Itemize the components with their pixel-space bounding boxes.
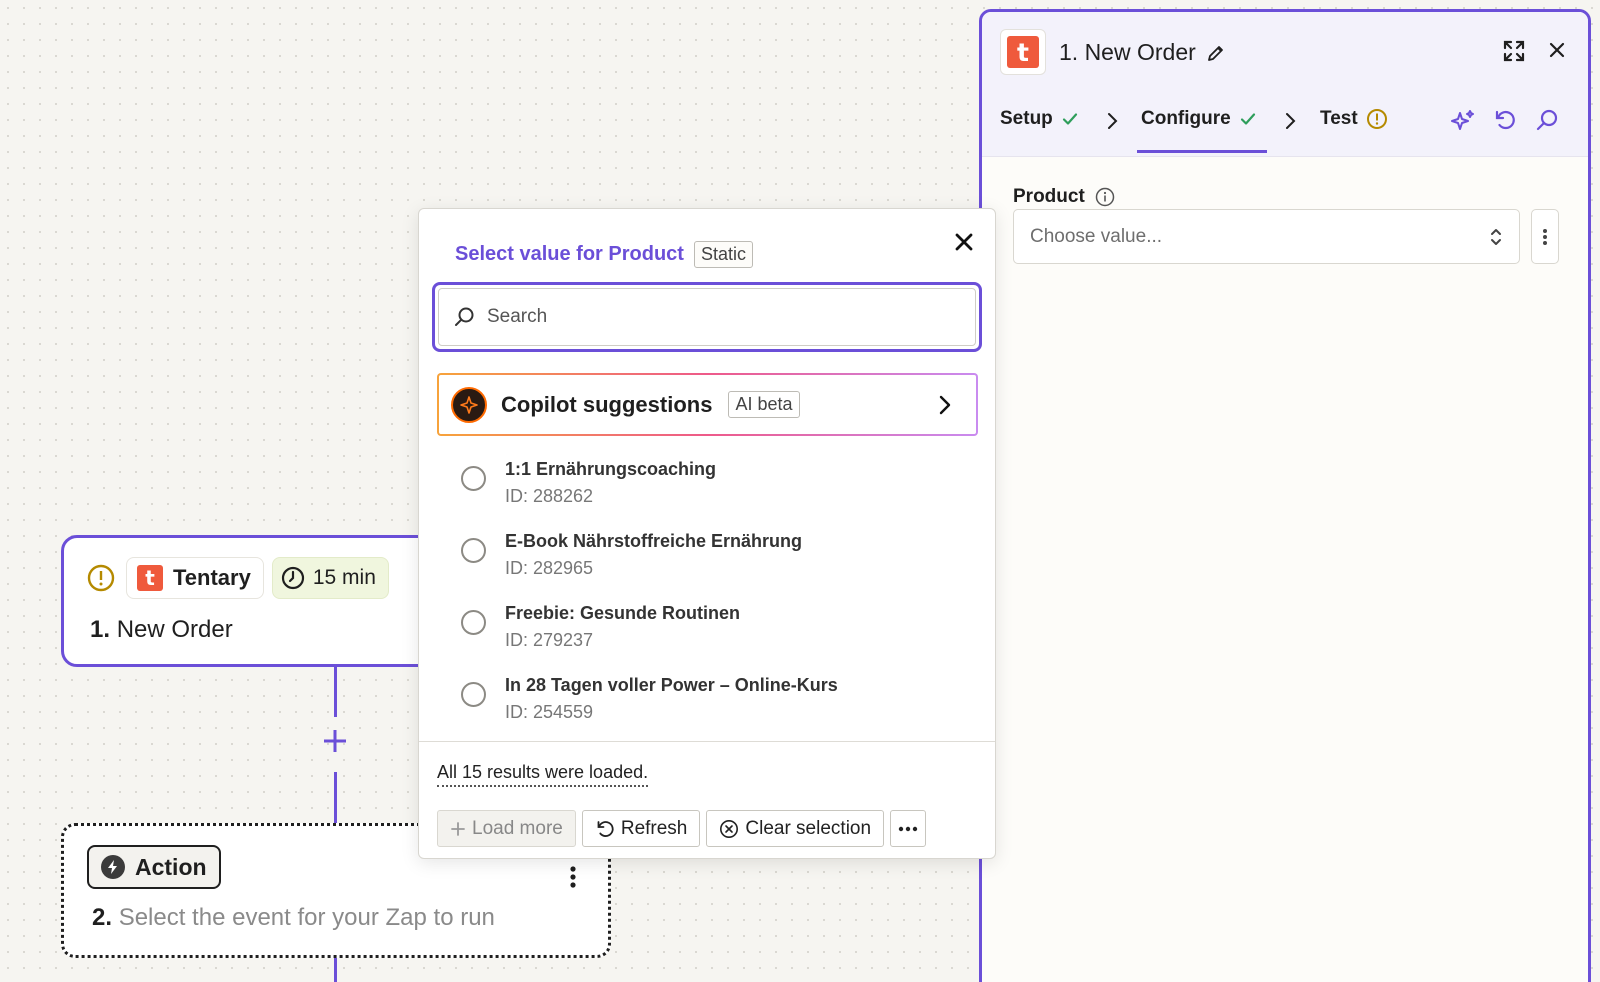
- radio-button[interactable]: [461, 538, 486, 563]
- option-name: In 28 Tagen voller Power – Online-Kurs: [505, 675, 838, 695]
- search-icon[interactable]: [1535, 108, 1559, 132]
- check-icon: [1239, 110, 1257, 128]
- copilot-suggestions-button[interactable]: Copilot suggestions AI beta: [437, 373, 978, 436]
- active-tab-indicator: [1137, 150, 1267, 153]
- step-tabs: Setup Configure Test: [982, 90, 1588, 157]
- tab-setup[interactable]: Setup: [1000, 108, 1079, 130]
- bolt-icon: [101, 855, 125, 879]
- refresh-label: Refresh: [620, 817, 688, 839]
- list-item[interactable]: 1:1 Ernährungscoaching ID: 288262: [419, 454, 995, 526]
- schedule-badge: 15 min: [271, 557, 389, 599]
- panel-header: t 1. New Order: [982, 12, 1588, 90]
- panel-title-text: 1. New Order: [1059, 39, 1196, 65]
- search-focus-ring: Search: [432, 282, 982, 352]
- popover-title: Select value for Product: [455, 243, 684, 265]
- list-item[interactable]: In 28 Tagen voller Power – Online-Kurs I…: [419, 670, 995, 742]
- radio-button[interactable]: [461, 466, 486, 491]
- tab-label: Configure: [1141, 108, 1231, 129]
- option-id: ID: 288262: [505, 486, 594, 506]
- tentary-logo-icon: t: [1007, 36, 1039, 68]
- field-options-button[interactable]: [1531, 209, 1559, 264]
- refresh-button[interactable]: Refresh: [581, 810, 701, 847]
- step-number: 1.: [90, 616, 111, 643]
- step-number: 2.: [92, 904, 113, 931]
- ai-beta-badge: AI beta: [728, 391, 800, 418]
- product-field-label: Product: [1013, 186, 1115, 208]
- field-label-text: Product: [1013, 186, 1085, 207]
- more-horizontal-icon: [898, 826, 918, 831]
- action-badge-label: Action: [135, 853, 207, 880]
- pencil-icon[interactable]: [1206, 43, 1226, 63]
- close-icon[interactable]: [954, 232, 974, 252]
- radio-button[interactable]: [461, 610, 486, 635]
- warning-icon: [1366, 108, 1388, 130]
- tab-label: Setup: [1000, 108, 1053, 129]
- select-placeholder: Choose value...: [1030, 225, 1163, 247]
- list-item[interactable]: E-Book Nährstoffreiche Ernährung ID: 282…: [419, 526, 995, 598]
- connector-line: [334, 772, 337, 823]
- option-name: Freebie: Gesunde Routinen: [505, 603, 741, 623]
- tab-label: Test: [1320, 108, 1358, 129]
- schedule-time: 15 min: [312, 566, 376, 589]
- clear-selection-button[interactable]: Clear selection: [706, 810, 885, 847]
- app-badge: t Tentary: [126, 557, 264, 599]
- option-id: ID: 254559: [505, 702, 594, 722]
- copilot-sparkle-icon: [451, 386, 487, 423]
- connector-line: [334, 667, 337, 717]
- action-badge: Action: [87, 845, 221, 889]
- refresh-icon: [595, 819, 615, 839]
- tab-test[interactable]: Test: [1320, 108, 1388, 130]
- product-select[interactable]: Choose value...: [1013, 209, 1520, 264]
- info-icon[interactable]: [1095, 187, 1115, 207]
- search-icon: [453, 306, 475, 328]
- panel-title[interactable]: 1. New Order: [1059, 39, 1226, 66]
- trigger-badges: t Tentary 15 min: [86, 557, 389, 599]
- updown-chevron-icon: [1489, 226, 1503, 248]
- action-description: 2. Select the event for your Zap to run: [92, 904, 495, 932]
- warning-icon: [86, 563, 116, 593]
- tentary-logo-icon: t: [137, 565, 163, 591]
- add-step-button[interactable]: [320, 726, 350, 756]
- tab-configure[interactable]: Configure: [1141, 108, 1257, 130]
- more-options-icon[interactable]: [569, 866, 577, 888]
- divider: [419, 741, 995, 742]
- search-input[interactable]: Search: [438, 288, 976, 346]
- load-more-button[interactable]: Load more: [437, 810, 576, 847]
- app-logo: t: [1000, 29, 1046, 75]
- expand-icon[interactable]: [1502, 39, 1526, 63]
- more-actions-button[interactable]: [890, 810, 927, 847]
- clear-selection-label: Clear selection: [745, 817, 872, 839]
- option-name: 1:1 Ernährungscoaching: [505, 459, 717, 479]
- list-item[interactable]: Freebie: Gesunde Routinen ID: 279237: [419, 598, 995, 670]
- connector-line: [334, 958, 337, 982]
- trigger-title: 1. New Order: [90, 616, 233, 644]
- chevron-right-icon: [938, 394, 952, 416]
- static-badge: Static: [693, 241, 753, 268]
- action-step-text: Select the event for your Zap to run: [118, 904, 495, 931]
- copilot-label: Copilot suggestions: [501, 391, 713, 417]
- trigger-step-card[interactable]: t Tentary 15 min 1. New Order: [61, 535, 441, 667]
- option-name: E-Book Nährstoffreiche Ernährung: [505, 531, 803, 551]
- check-icon: [1061, 110, 1079, 128]
- sparkle-icon[interactable]: [1450, 108, 1476, 134]
- option-id: ID: 282965: [505, 558, 594, 578]
- search-placeholder: Search: [487, 306, 548, 327]
- value-picker-popover: Select value for Product Static Search C…: [418, 208, 996, 859]
- results-status: All 15 results were loaded.: [437, 762, 649, 787]
- chevron-right-icon: [1106, 112, 1118, 130]
- step-title: New Order: [116, 616, 233, 643]
- chevron-right-icon: [1284, 112, 1296, 130]
- radio-button[interactable]: [461, 682, 486, 707]
- undo-icon[interactable]: [1493, 108, 1517, 132]
- popover-header: Select value for Product Static: [455, 241, 753, 268]
- plus-icon: [450, 821, 466, 837]
- load-more-label: Load more: [472, 817, 563, 839]
- app-name: Tentary: [173, 565, 251, 590]
- popover-actions: Load more Refresh Clear selection: [437, 810, 927, 847]
- close-icon[interactable]: [1549, 42, 1565, 58]
- step-editor-panel: t 1. New Order Setup Configure Test Prod…: [979, 9, 1591, 982]
- clock-icon: [281, 566, 305, 590]
- option-id: ID: 279237: [505, 630, 594, 650]
- clear-circle-icon: [719, 819, 739, 839]
